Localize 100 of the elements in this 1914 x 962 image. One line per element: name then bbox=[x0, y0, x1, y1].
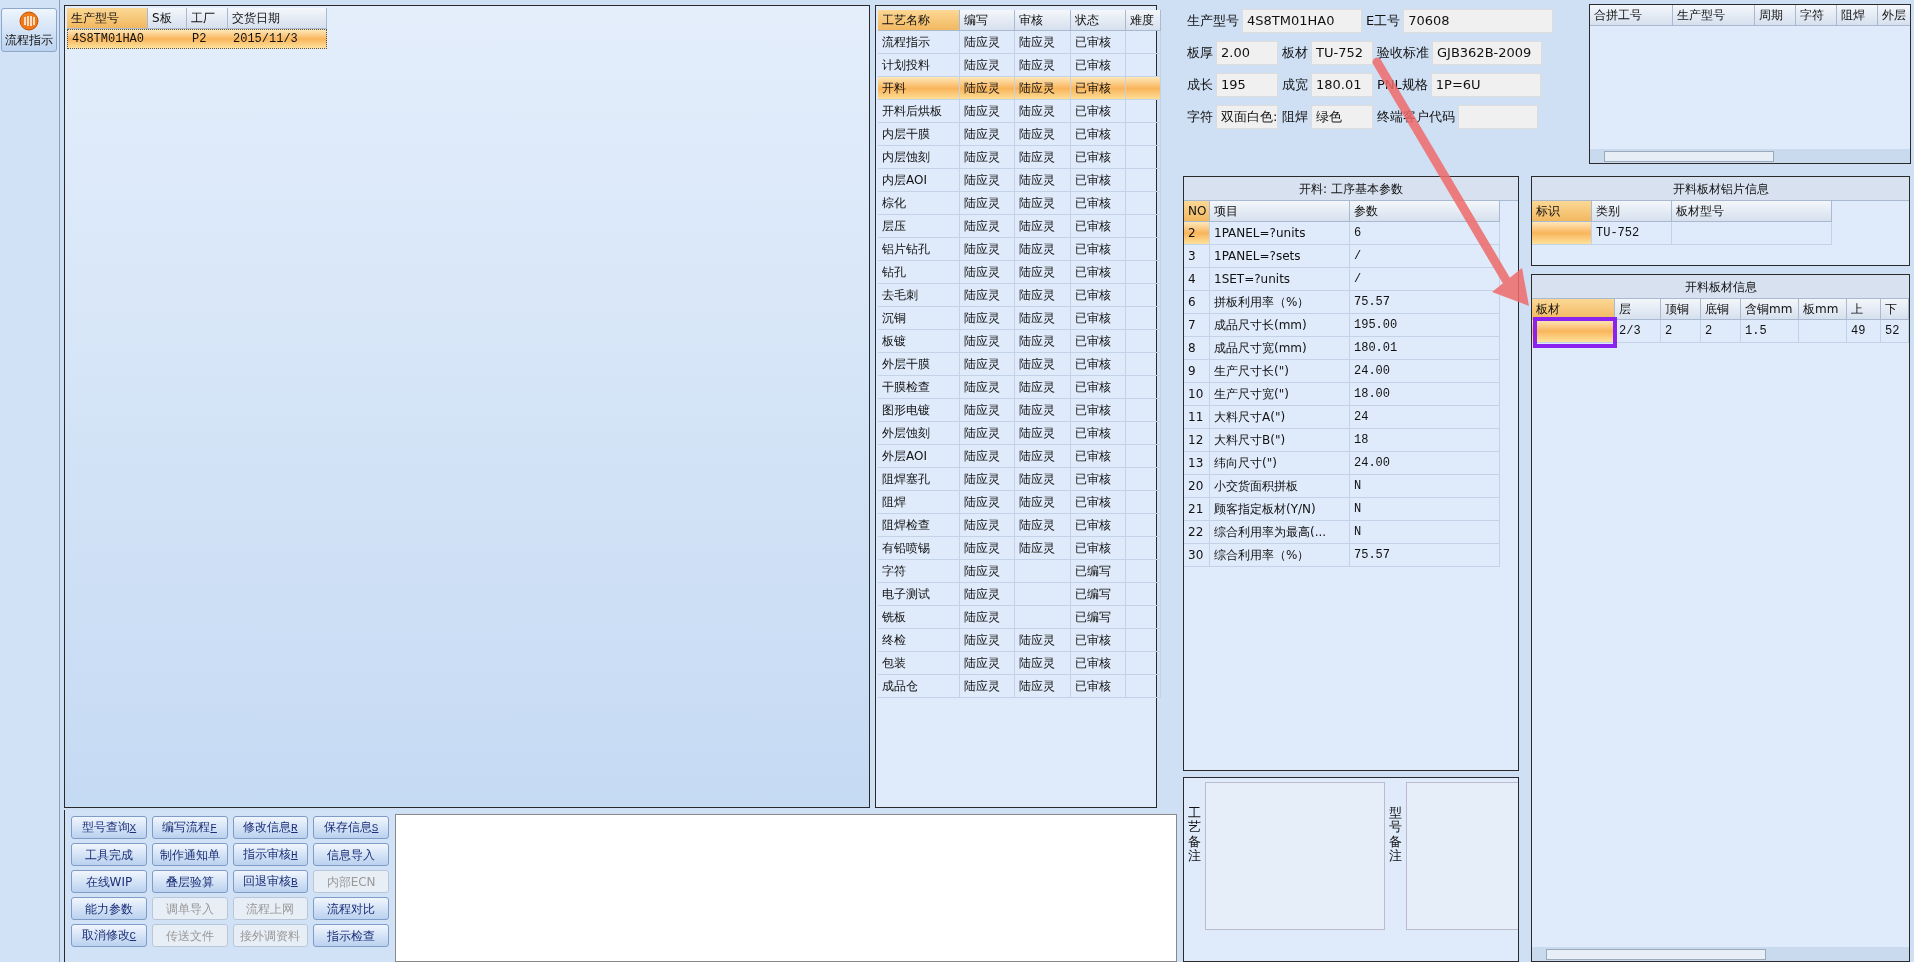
value-field[interactable]: 70608 bbox=[1403, 9, 1554, 33]
column-header[interactable]: 下 bbox=[1881, 299, 1909, 320]
process-row[interactable]: 棕化 陆应灵 陆应灵 已审核 bbox=[878, 192, 1161, 215]
value-field[interactable]: 双面白色: bbox=[1216, 105, 1278, 129]
process-row[interactable]: 图形电镀 陆应灵 陆应灵 已审核 bbox=[878, 399, 1161, 422]
process-row[interactable]: 包装 陆应灵 陆应灵 已审核 bbox=[878, 652, 1161, 675]
process-row[interactable]: 内层干膜 陆应灵 陆应灵 已审核 bbox=[878, 123, 1161, 146]
column-header[interactable]: 合拼工号 bbox=[1590, 5, 1673, 26]
value-field[interactable] bbox=[1458, 105, 1538, 129]
column-header[interactable]: S板 bbox=[148, 8, 187, 29]
process-row[interactable]: 终检 陆应灵 陆应灵 已审核 bbox=[878, 629, 1161, 652]
value-field[interactable]: 4S8TM01HA0 bbox=[1242, 9, 1362, 33]
flow-button[interactable]: 流程指示 bbox=[1, 8, 57, 52]
scrollbar[interactable] bbox=[1532, 947, 1909, 961]
table-cell: 22 bbox=[1184, 521, 1210, 544]
table-cell: 陆应灵 bbox=[960, 606, 1015, 629]
action-button[interactable]: 指示审核H bbox=[232, 843, 309, 866]
column-header[interactable]: 难度 bbox=[1126, 10, 1161, 31]
column-header[interactable]: 周期 bbox=[1755, 5, 1796, 26]
action-button[interactable]: 取消修改C bbox=[71, 924, 147, 947]
action-button[interactable]: 能力参数 bbox=[71, 897, 147, 920]
process-row[interactable]: 有铅喷锡 陆应灵 陆应灵 已审核 bbox=[878, 537, 1161, 560]
value-field[interactable]: 1P=6U bbox=[1430, 73, 1541, 97]
column-header[interactable]: 工厂 bbox=[187, 8, 228, 29]
process-row[interactable]: 开料后烘板 陆应灵 陆应灵 已审核 bbox=[878, 100, 1161, 123]
process-row[interactable]: 阻焊塞孔 陆应灵 陆应灵 已审核 bbox=[878, 468, 1161, 491]
notes-field[interactable] bbox=[395, 814, 1177, 962]
column-header[interactable]: 工艺名称 bbox=[878, 10, 960, 31]
process-row[interactable]: 开料 陆应灵 陆应灵 已审核 bbox=[878, 77, 1161, 100]
process-row[interactable]: 铝片钻孔 陆应灵 陆应灵 已审核 bbox=[878, 238, 1161, 261]
process-row[interactable]: 钻孔 陆应灵 陆应灵 已审核 bbox=[878, 261, 1161, 284]
value-field[interactable]: TU-752 bbox=[1311, 41, 1373, 65]
column-header[interactable]: 外层 bbox=[1878, 5, 1910, 26]
column-header[interactable]: 项目 bbox=[1210, 201, 1350, 222]
column-header[interactable]: 状态 bbox=[1071, 10, 1126, 31]
table-cell: 180.01 bbox=[1350, 337, 1500, 360]
table-cell: 12 bbox=[1184, 429, 1210, 452]
process-row[interactable]: 字符 陆应灵 已编写 bbox=[878, 560, 1161, 583]
column-header[interactable]: 层 bbox=[1615, 299, 1661, 320]
action-button[interactable]: 叠层验算 bbox=[151, 870, 228, 893]
table-cell: 已审核 bbox=[1071, 399, 1126, 422]
process-row[interactable]: 外层干膜 陆应灵 陆应灵 已审核 bbox=[878, 353, 1161, 376]
process-row[interactable]: 流程指示 陆应灵 陆应灵 已审核 bbox=[878, 31, 1161, 54]
process-row[interactable]: 干膜检查 陆应灵 陆应灵 已审核 bbox=[878, 376, 1161, 399]
action-button[interactable]: 保存信息S bbox=[313, 816, 389, 839]
action-button[interactable]: 信息导入 bbox=[313, 843, 389, 866]
column-header[interactable]: 字符 bbox=[1796, 5, 1837, 26]
column-header[interactable]: NO bbox=[1184, 201, 1210, 222]
process-row[interactable]: 内层蚀刻 陆应灵 陆应灵 已审核 bbox=[878, 146, 1161, 169]
action-button[interactable]: 流程对比 bbox=[313, 897, 389, 920]
column-header[interactable]: 板材型号 bbox=[1672, 201, 1832, 222]
column-header[interactable]: 生产型号 bbox=[67, 8, 148, 29]
scrollbar[interactable] bbox=[1590, 149, 1910, 163]
value-field[interactable]: 180.01 bbox=[1311, 73, 1373, 97]
table-cell: 包装 bbox=[878, 652, 960, 675]
column-header[interactable]: 阻焊 bbox=[1837, 5, 1878, 26]
column-header[interactable]: 交货日期 bbox=[228, 8, 327, 29]
value-field[interactable]: 绿色 bbox=[1311, 105, 1373, 129]
table-cell: 1SET=?units bbox=[1210, 268, 1350, 291]
process-row[interactable]: 外层蚀刻 陆应灵 陆应灵 已审核 bbox=[878, 422, 1161, 445]
remark-field[interactable] bbox=[1205, 782, 1385, 930]
process-row[interactable]: 内层AOI 陆应灵 陆应灵 已审核 bbox=[878, 169, 1161, 192]
action-button[interactable]: 工具完成 bbox=[71, 843, 147, 866]
column-header[interactable]: 底铜 bbox=[1701, 299, 1741, 320]
value-field[interactable]: 195 bbox=[1216, 73, 1278, 97]
process-row[interactable]: 铣板 陆应灵 已编写 bbox=[878, 606, 1161, 629]
process-row[interactable]: 去毛刺 陆应灵 陆应灵 已审核 bbox=[878, 284, 1161, 307]
action-button[interactable]: 修改信息R bbox=[232, 816, 309, 839]
column-header[interactable]: 生产型号 bbox=[1673, 5, 1755, 26]
column-header[interactable]: 含铜mm bbox=[1741, 299, 1799, 320]
process-row[interactable]: 板镀 陆应灵 陆应灵 已审核 bbox=[878, 330, 1161, 353]
action-button[interactable]: 回退审核B bbox=[232, 870, 309, 893]
value-field[interactable]: 2.00 bbox=[1216, 41, 1278, 65]
column-header[interactable]: 审核 bbox=[1015, 10, 1071, 31]
empty-cell bbox=[1126, 31, 1161, 54]
process-row[interactable]: 成品仓 陆应灵 陆应灵 已审核 bbox=[878, 675, 1161, 698]
action-button[interactable]: 型号查询X bbox=[71, 816, 147, 839]
column-header[interactable]: 顶铜 bbox=[1661, 299, 1701, 320]
column-header[interactable]: 编写 bbox=[960, 10, 1015, 31]
action-button[interactable]: 指示检查 bbox=[313, 924, 389, 947]
process-row[interactable]: 外层AOI 陆应灵 陆应灵 已审核 bbox=[878, 445, 1161, 468]
order-row[interactable]: 4S8TM01HA0 P2 2015/11/3 bbox=[67, 29, 327, 49]
process-row[interactable]: 电子测试 陆应灵 已编写 bbox=[878, 583, 1161, 606]
action-button[interactable]: 在线WIP bbox=[71, 870, 147, 893]
value-field[interactable]: GJB362B-2009 bbox=[1432, 41, 1542, 65]
action-button[interactable]: 制作通知单 bbox=[151, 843, 228, 866]
process-row[interactable]: 阻焊 陆应灵 陆应灵 已审核 bbox=[878, 491, 1161, 514]
action-button[interactable]: 编写流程F bbox=[151, 816, 228, 839]
table-cell: 成品尺寸长(mm) bbox=[1210, 314, 1350, 337]
table-cell: 陆应灵 bbox=[1015, 261, 1071, 284]
field-label: 验收标准 bbox=[1377, 44, 1429, 63]
process-row[interactable]: 阻焊检查 陆应灵 陆应灵 已审核 bbox=[878, 514, 1161, 537]
column-header[interactable]: 类别 bbox=[1592, 201, 1672, 222]
column-header[interactable]: 板mm bbox=[1799, 299, 1847, 320]
column-header[interactable]: 参数 bbox=[1350, 201, 1500, 222]
empty-cell bbox=[1126, 560, 1161, 583]
column-header[interactable]: 标识 bbox=[1532, 201, 1592, 222]
process-row[interactable]: 沉铜 陆应灵 陆应灵 已审核 bbox=[878, 307, 1161, 330]
column-header[interactable]: 上 bbox=[1847, 299, 1881, 320]
process-row[interactable]: 层压 陆应灵 陆应灵 已审核 bbox=[878, 215, 1161, 238]
